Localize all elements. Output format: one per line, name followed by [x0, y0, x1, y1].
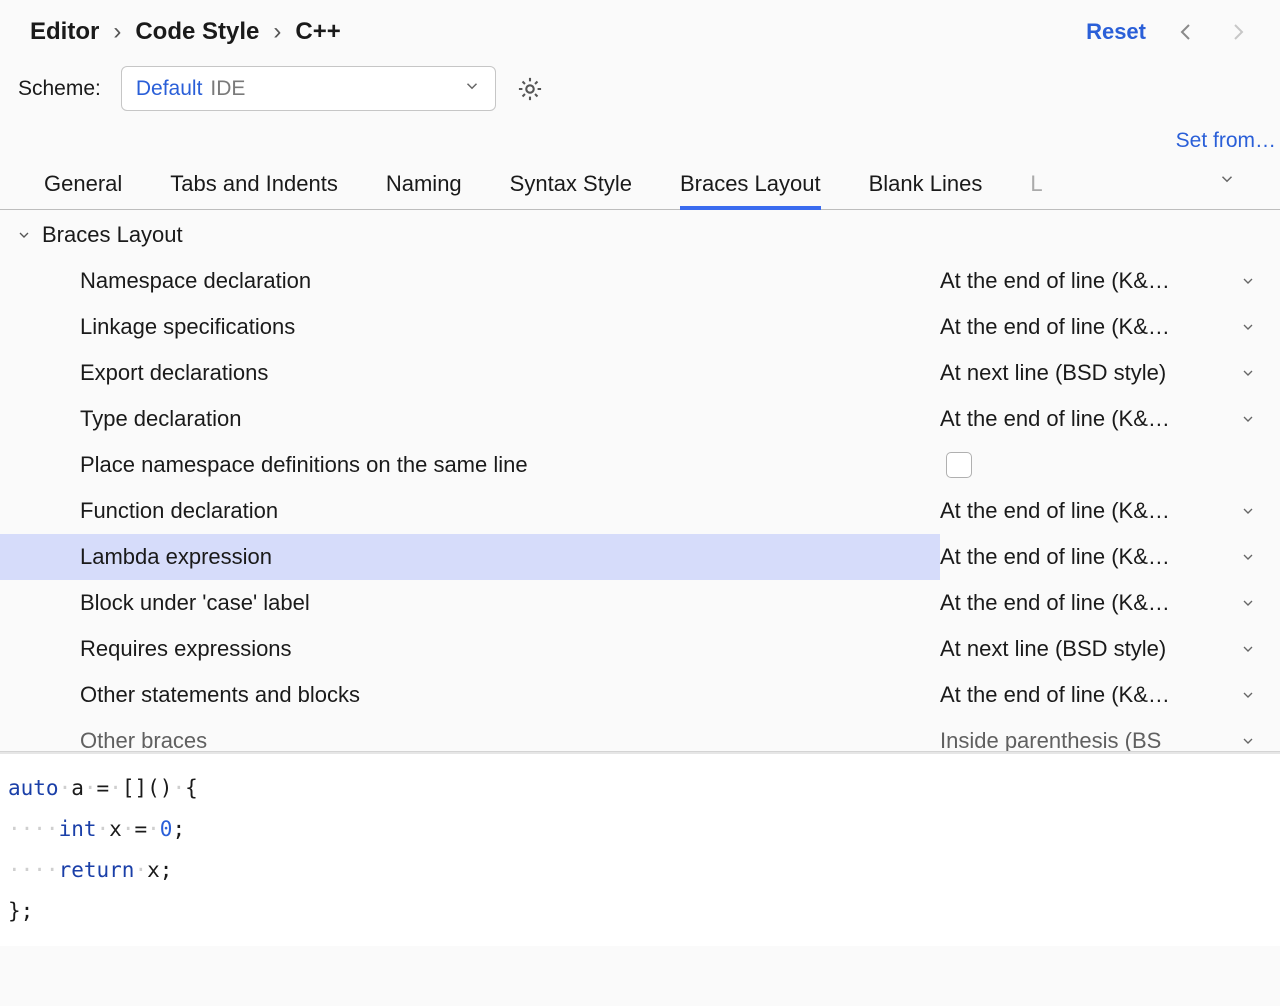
- setting-dropdown[interactable]: At the end of line (K&…: [940, 590, 1280, 616]
- tab-braces-layout[interactable]: Braces Layout: [680, 161, 821, 210]
- setting-label: Linkage specifications: [80, 314, 295, 340]
- checkbox[interactable]: [946, 452, 972, 478]
- setting-dropdown[interactable]: At the end of line (K&…: [940, 314, 1280, 340]
- expand-tabs-icon[interactable]: [1218, 168, 1236, 202]
- tabs-bar: General Tabs and Indents Naming Syntax S…: [0, 161, 1280, 210]
- section-header-braces-layout[interactable]: Braces Layout: [0, 212, 1280, 258]
- setting-value-text: At next line (BSD style): [940, 360, 1166, 386]
- code-line: ····int·x·=·0;: [8, 809, 1272, 850]
- chevron-down-icon: [1240, 641, 1256, 657]
- setting-row[interactable]: Export declarations At next line (BSD sty…: [0, 350, 1280, 396]
- breadcrumb: Editor › Code Style › C++: [30, 18, 341, 46]
- breadcrumb-item[interactable]: Editor: [30, 18, 99, 46]
- chevron-down-icon: [1240, 687, 1256, 703]
- setting-dropdown[interactable]: At the end of line (K&…: [940, 682, 1280, 708]
- setting-value-text: At the end of line (K&…: [940, 544, 1170, 570]
- scheme-scope: IDE: [210, 77, 245, 101]
- section-title: Braces Layout: [42, 222, 183, 248]
- setting-dropdown[interactable]: At the end of line (K&…: [940, 544, 1280, 570]
- setting-row[interactable]: Lambda expression At the end of line (K&…: [0, 534, 1280, 580]
- chevron-down-icon: [1240, 273, 1256, 289]
- setting-value-text: Inside parenthesis (BS: [940, 728, 1161, 752]
- setting-label: Place namespace definitions on the same …: [80, 452, 528, 478]
- reset-button[interactable]: Reset: [1086, 19, 1146, 45]
- scheme-label: Scheme:: [18, 77, 101, 101]
- setting-value-text: At the end of line (K&…: [940, 314, 1170, 340]
- setting-checkbox[interactable]: [940, 452, 1280, 478]
- chevron-down-icon: [1240, 595, 1256, 611]
- tab-overflow[interactable]: L: [1030, 161, 1044, 209]
- code-line: };: [8, 891, 1272, 932]
- setting-value-text: At the end of line (K&…: [940, 682, 1170, 708]
- setting-row[interactable]: Place namespace definitions on the same …: [0, 442, 1280, 488]
- tab-naming[interactable]: Naming: [386, 161, 462, 209]
- code-preview: auto·a·=·[]()·{····int·x·=·0;····return·…: [0, 752, 1280, 946]
- setting-dropdown[interactable]: At the end of line (K&…: [940, 406, 1280, 432]
- breadcrumb-item[interactable]: Code Style: [135, 18, 259, 46]
- back-arrow-icon[interactable]: [1174, 20, 1198, 44]
- setting-label: Requires expressions: [80, 636, 292, 662]
- setting-label: Namespace declaration: [80, 268, 311, 294]
- breadcrumb-separator: ›: [113, 18, 121, 46]
- setting-dropdown[interactable]: At next line (BSD style): [940, 636, 1280, 662]
- setting-row[interactable]: Function declaration At the end of line (…: [0, 488, 1280, 534]
- chevron-down-icon: [1240, 549, 1256, 565]
- setting-row[interactable]: Other braces Inside parenthesis (BS: [0, 718, 1280, 752]
- chevron-down-icon: [1240, 365, 1256, 381]
- chevron-down-icon: [1240, 503, 1256, 519]
- scheme-select[interactable]: Default IDE: [121, 66, 496, 111]
- setting-label: Other braces: [80, 728, 207, 752]
- setting-dropdown[interactable]: Inside parenthesis (BS: [940, 728, 1280, 752]
- chevron-down-icon: [1240, 319, 1256, 335]
- setting-dropdown[interactable]: At the end of line (K&…: [940, 498, 1280, 524]
- chevron-down-icon: [1240, 411, 1256, 427]
- setting-row[interactable]: Other statements and blocks At the end of…: [0, 672, 1280, 718]
- setting-value-text: At the end of line (K&…: [940, 268, 1170, 294]
- setting-row[interactable]: Type declaration At the end of line (K&…: [0, 396, 1280, 442]
- tab-tabs-and-indents[interactable]: Tabs and Indents: [170, 161, 338, 209]
- chevron-down-icon: [463, 77, 481, 101]
- setting-value-text: At the end of line (K&…: [940, 406, 1170, 432]
- setting-label: Block under 'case' label: [80, 590, 310, 616]
- setting-row[interactable]: Linkage specifications At the end of line…: [0, 304, 1280, 350]
- setting-row[interactable]: Requires expressions At next line (BSD st…: [0, 626, 1280, 672]
- setting-value-text: At the end of line (K&…: [940, 498, 1170, 524]
- setting-label: Other statements and blocks: [80, 682, 360, 708]
- setting-label: Type declaration: [80, 406, 241, 432]
- breadcrumb-separator: ›: [273, 18, 281, 46]
- set-from-link[interactable]: Set from…: [1176, 129, 1276, 152]
- setting-row[interactable]: Block under 'case' label At the end of li…: [0, 580, 1280, 626]
- chevron-down-icon: [1240, 733, 1256, 749]
- breadcrumb-item[interactable]: C++: [295, 18, 340, 46]
- setting-label: Export declarations: [80, 360, 268, 386]
- setting-label: Function declaration: [80, 498, 278, 524]
- forward-arrow-icon[interactable]: [1226, 20, 1250, 44]
- setting-value-text: At the end of line (K&…: [940, 590, 1170, 616]
- tab-syntax-style[interactable]: Syntax Style: [510, 161, 632, 209]
- setting-dropdown[interactable]: At the end of line (K&…: [940, 268, 1280, 294]
- tab-general[interactable]: General: [44, 161, 122, 209]
- tab-blank-lines[interactable]: Blank Lines: [869, 161, 983, 209]
- gear-icon[interactable]: [516, 75, 544, 103]
- setting-dropdown[interactable]: At next line (BSD style): [940, 360, 1280, 386]
- setting-row[interactable]: Namespace declaration At the end of line …: [0, 258, 1280, 304]
- setting-value-text: At next line (BSD style): [940, 636, 1166, 662]
- code-line: auto·a·=·[]()·{: [8, 768, 1272, 809]
- code-line: ····return·x;: [8, 850, 1272, 891]
- scheme-name: Default: [136, 77, 203, 101]
- setting-label: Lambda expression: [80, 544, 272, 570]
